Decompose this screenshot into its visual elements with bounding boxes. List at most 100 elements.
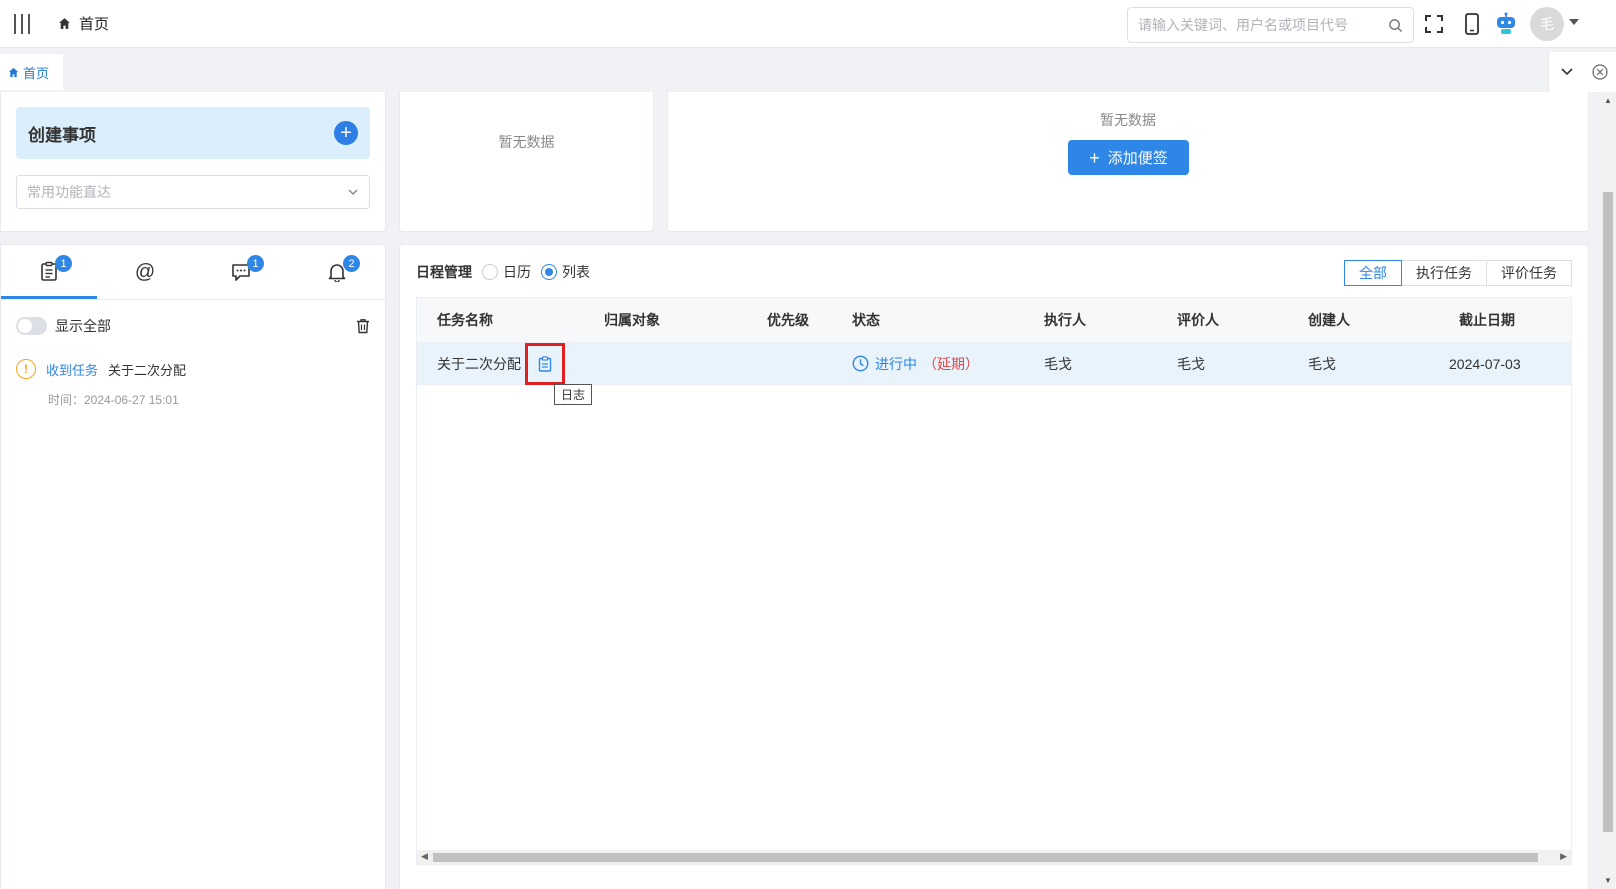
view-calendar-label: 日历 [503,264,531,280]
reviewer-cell: 毛戈 [1177,355,1205,372]
empty-panel-text: 暂无数据 [498,134,555,150]
column-header[interactable]: 优先级 [747,298,832,342]
column-header[interactable]: 创建人 [1288,298,1425,342]
caret-down-icon[interactable] [1569,19,1579,25]
badge-count: 1 [55,255,72,272]
notice-title: 关于二次分配 [108,362,187,378]
filter-all-button[interactable]: 全部 [1344,260,1402,286]
executor-cell: 毛戈 [1044,355,1072,372]
at-icon: @ [134,260,156,283]
create-item-button[interactable]: 创建事项 + [16,107,370,159]
messages-panel: 1 @ 1 2 显示全部 ! 收到任务 关于二次分配 时间：2024-06-27… [0,244,386,889]
schedule-panel: 日程管理 日历 列表 全部 执行任务 评价任务 任务名称 归属对象 优先级 状态… [399,244,1589,889]
clock-icon [852,355,869,372]
creator-cell: 毛戈 [1308,355,1336,372]
menu-toggle-button[interactable] [0,0,44,48]
global-search[interactable] [1127,7,1414,43]
chevron-down-icon [1560,68,1573,76]
schedule-table: 任务名称 归属对象 优先级 状态 执行人 评价人 创建人 截止日期 关于二次分配… [416,297,1572,865]
view-calendar-radio[interactable]: 日历 [482,262,531,282]
filter-execute-button[interactable]: 执行任务 [1401,260,1487,286]
plus-circle-icon[interactable]: + [334,121,358,145]
tab-tasks[interactable]: 1 [1,245,97,299]
search-icon[interactable] [1388,18,1403,33]
header-home-link[interactable]: 首页 [58,13,109,34]
column-header[interactable]: 评价人 [1157,298,1288,342]
priority-cell [747,343,832,384]
fullscreen-icon[interactable] [1422,12,1446,36]
task-name[interactable]: 关于二次分配 [437,354,521,374]
column-header[interactable]: 状态 [832,298,1024,342]
chevron-down-icon [348,189,358,195]
plus-icon: + [1089,147,1100,168]
filter-review-button[interactable]: 评价任务 [1486,260,1572,286]
scroll-up-arrow-icon[interactable]: ▲ [1604,96,1612,105]
owner-cell [582,343,747,384]
tab-home[interactable]: 首页 [0,54,64,90]
badge-count: 1 [247,255,264,272]
tabs-bar: 首页 [0,52,1616,92]
page-vertical-scrollbar[interactable]: ▲ ▼ [1600,92,1616,889]
top-header: 首页 毛 [0,0,1616,48]
add-note-label: 添加便签 [1107,150,1168,167]
tabs-dropdown-button[interactable] [1548,52,1584,92]
task-name-cell: 关于二次分配 [417,342,582,385]
task-filter-group: 全部 执行任务 评价任务 [1344,260,1572,286]
show-all-row: 显示全部 [16,313,371,339]
search-input[interactable] [1138,17,1388,33]
log-icon[interactable] [525,342,565,385]
view-list-radio[interactable]: 列表 [541,262,590,282]
column-header[interactable]: 截止日期 [1425,298,1565,342]
radio-dot [541,264,557,280]
column-header[interactable]: 任务名称 [417,298,582,342]
notice-time: 时间：2024-06-27 15:01 [48,393,179,407]
column-header[interactable]: 归属对象 [582,298,747,342]
status-cell: 进行中 （延期） [832,343,1024,384]
deadline-cell: 2024-07-03 [1449,355,1521,372]
status-text: 进行中 [875,355,917,372]
table-row[interactable]: 关于二次分配 进行中 （延期） 毛戈 毛戈 毛戈 2024-07-03 [417,342,1571,385]
status-delay-text: （延期） [923,355,979,372]
notice-type-link[interactable]: 收到任务 [46,360,98,379]
home-icon [8,67,19,77]
create-item-label: 创建事项 [28,125,96,145]
scroll-left-arrow-icon[interactable]: ◀ [421,851,428,862]
column-header[interactable]: 执行人 [1024,298,1157,342]
mobile-icon[interactable] [1460,12,1484,36]
tab-notifications[interactable]: 2 [289,245,385,299]
add-note-button[interactable]: + 添加便签 [1068,140,1189,175]
create-panel: 创建事项 + 常用功能直达 [0,92,386,232]
schedule-title: 日程管理 [416,264,472,280]
log-tooltip: 日志 [554,384,593,405]
horizontal-scrollbar[interactable]: ◀ ▶ [417,850,1571,864]
close-circle-icon [1592,64,1608,80]
scrollbar-thumb[interactable] [433,853,1538,862]
list-item: ! 收到任务 关于二次分配 时间：2024-06-27 15:01 [16,359,371,408]
scroll-down-arrow-icon[interactable]: ▼ [1604,876,1612,885]
tab-comments[interactable]: 1 [193,245,289,299]
notes-panel: 暂无数据 + 添加便签 [667,92,1589,232]
home-icon [59,18,70,29]
empty-panel: 暂无数据 [399,92,654,232]
scrollbar-thumb[interactable] [1603,192,1613,832]
quick-function-select[interactable]: 常用功能直达 [16,175,370,209]
badge-count: 2 [343,255,360,272]
user-avatar[interactable]: 毛 [1530,7,1564,41]
notes-empty-text: 暂无数据 [1100,112,1156,128]
status-badge: 进行中 （延期） [852,354,979,374]
menu-bars-icon [14,13,30,34]
message-tabs: 1 @ 1 2 [1,245,385,300]
trash-icon[interactable] [355,318,371,334]
show-all-label: 显示全部 [55,318,111,334]
header-home-label: 首页 [79,16,110,33]
warning-icon: ! [16,359,36,379]
show-all-toggle[interactable] [16,317,47,335]
scroll-right-arrow-icon[interactable]: ▶ [1560,851,1567,862]
tab-home-label: 首页 [23,65,50,81]
radio-dot [482,264,498,280]
close-all-tabs-button[interactable] [1584,52,1616,92]
robot-assistant-icon[interactable] [1494,12,1518,36]
view-list-label: 列表 [562,264,590,280]
table-header: 任务名称 归属对象 优先级 状态 执行人 评价人 创建人 截止日期 [417,298,1571,342]
tab-mentions[interactable]: @ [97,245,193,299]
